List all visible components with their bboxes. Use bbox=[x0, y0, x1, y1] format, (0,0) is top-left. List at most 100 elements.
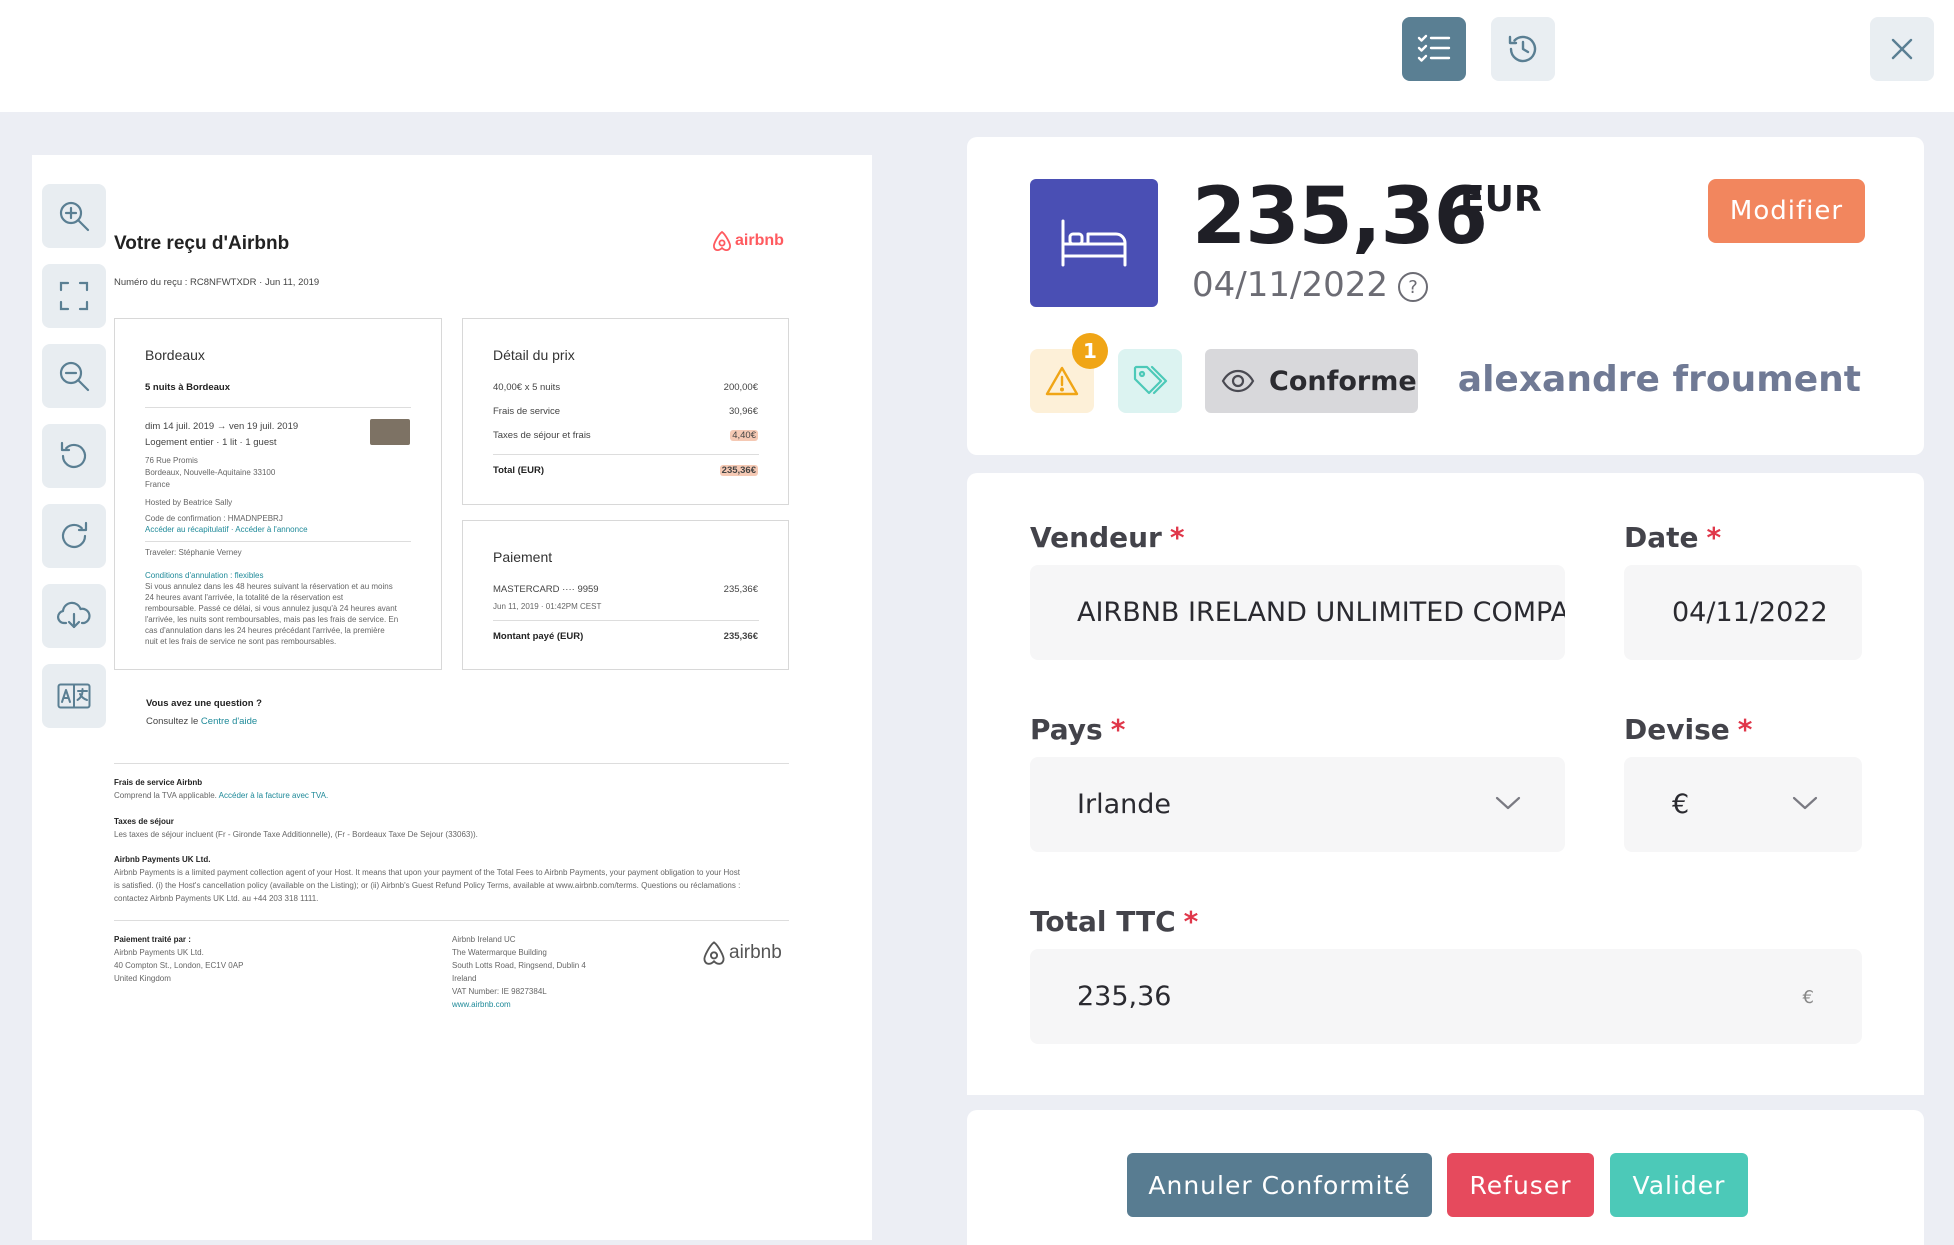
stay-city: Bordeaux bbox=[145, 347, 205, 363]
checklist-icon bbox=[1417, 34, 1451, 62]
download-button[interactable] bbox=[42, 584, 106, 648]
stay-address-2: Bordeaux, Nouvelle-Aquitaine 33100 bbox=[145, 468, 276, 477]
price-row-value-text: 4,40€ bbox=[730, 430, 758, 441]
actions-card: Annuler Conformité Refuser Valider bbox=[967, 1110, 1924, 1245]
cancel-policy-title[interactable]: Conditions d'annulation : flexibles bbox=[145, 570, 264, 582]
top-bar bbox=[0, 0, 1954, 112]
document-viewer: Votre reçu d'Airbnb Numéro du reçu : RC8… bbox=[32, 155, 872, 1240]
footer-left-line: 40 Compton St., London, EC1V 0AP bbox=[114, 961, 244, 970]
rotate-left-icon bbox=[60, 441, 87, 469]
stay-confirmation: Code de confirmation : HMADNPEBRJ bbox=[145, 514, 283, 523]
payments-line: is satisfied. (i) the Host's cancellatio… bbox=[114, 881, 741, 890]
fullscreen-button[interactable] bbox=[42, 264, 106, 328]
help-prefix: Consultez le bbox=[146, 716, 201, 727]
price-row-value: 4,40€ bbox=[730, 430, 758, 441]
fees-line: Comprend la TVA applicable. Accéder à la… bbox=[114, 790, 328, 802]
amount-currency: EUR bbox=[1460, 179, 1542, 220]
price-total-value-text: 235,36€ bbox=[719, 465, 758, 476]
cancel-line: 24 heures avant l'arrivée, la totalité d… bbox=[145, 593, 344, 602]
help-center-link[interactable]: Centre d'aide bbox=[201, 716, 257, 727]
payment-title: Paiement bbox=[493, 549, 553, 565]
expense-date: 04/11/2022 bbox=[1192, 265, 1388, 305]
stay-traveler: Traveler: Stéphanie Verney bbox=[145, 548, 242, 557]
close-icon bbox=[1891, 38, 1913, 60]
listing-thumbnail bbox=[370, 419, 410, 445]
payment-card-value: 235,36€ bbox=[723, 584, 758, 595]
history-button[interactable] bbox=[1491, 17, 1555, 81]
vendor-label: Vendeur * bbox=[1030, 521, 1185, 554]
total-input[interactable]: 235,36 € bbox=[1030, 949, 1862, 1044]
help-icon[interactable]: ? bbox=[1398, 272, 1428, 302]
vendor-label-text: Vendeur bbox=[1030, 521, 1162, 554]
footer-website-link[interactable]: www.airbnb.com bbox=[452, 999, 511, 1011]
price-total-label: Total (EUR) bbox=[493, 465, 545, 476]
country-label: Pays * bbox=[1030, 713, 1125, 746]
checklist-button[interactable] bbox=[1402, 17, 1466, 81]
receipt-title: Votre reçu d'Airbnb bbox=[114, 233, 290, 254]
translate-icon bbox=[57, 683, 91, 709]
cancel-line: Si vous annulez dans les 48 heures suiva… bbox=[145, 582, 393, 591]
airbnb-logo-icon bbox=[703, 941, 725, 965]
rotate-left-button[interactable] bbox=[42, 424, 106, 488]
payments-line: contactez Airbnb Payments UK Ltd. au +44… bbox=[114, 894, 319, 903]
rotate-right-button[interactable] bbox=[42, 504, 106, 568]
airbnb-logo-text: airbnb bbox=[729, 942, 782, 963]
user-name: alexandre froument bbox=[1457, 359, 1861, 400]
stay-address-3: France bbox=[145, 480, 170, 489]
validate-button[interactable]: Valider bbox=[1610, 1153, 1748, 1217]
zoom-out-button[interactable] bbox=[42, 344, 106, 408]
date-label: Date * bbox=[1624, 521, 1721, 554]
airbnb-footer-logo: airbnb bbox=[702, 940, 782, 966]
footer-mid-line: The Watermarque Building bbox=[452, 948, 547, 957]
status-conforme-button[interactable]: Conforme bbox=[1205, 349, 1418, 413]
total-amount: 235,36 bbox=[1192, 172, 1488, 262]
cancel-line: cas d'annulation dans les 24 heures préc… bbox=[145, 626, 385, 635]
reject-button[interactable]: Refuser bbox=[1447, 1153, 1594, 1217]
stay-address-1: 76 Rue Promis bbox=[145, 456, 198, 465]
required-mark: * bbox=[1183, 905, 1199, 938]
modify-button[interactable]: Modifier bbox=[1708, 179, 1865, 243]
zoom-in-button[interactable] bbox=[42, 184, 106, 248]
footer-mid-line: South Lotts Road, Ringsend, Dublin 4 bbox=[452, 961, 586, 970]
close-button[interactable] bbox=[1870, 17, 1934, 81]
total-value: 235,36 bbox=[1077, 981, 1172, 1012]
date-label-text: Date bbox=[1624, 521, 1699, 554]
bed-icon bbox=[1061, 219, 1127, 267]
stay-links[interactable]: Accéder au récapitulatif · Accéder à l'a… bbox=[145, 524, 308, 536]
zoom-out-icon bbox=[59, 361, 90, 392]
fullscreen-icon bbox=[59, 281, 89, 311]
price-title: Détail du prix bbox=[493, 347, 575, 363]
warning-icon bbox=[1045, 366, 1079, 396]
country-label-text: Pays bbox=[1030, 713, 1103, 746]
expense-form: Vendeur * AIRBNB IRELAND UNLIMITED COMPAN… bbox=[967, 473, 1924, 1095]
stay-host: Hosted by Beatrice Sally bbox=[145, 498, 233, 507]
fees-invoice-link[interactable]: Accéder à la facture avec TVA. bbox=[219, 791, 329, 800]
stay-box: Bordeaux 5 nuits à Bordeaux dim 14 juil.… bbox=[114, 318, 442, 670]
payment-box: Paiement MASTERCARD ···· 9959 235,36€ Ju… bbox=[462, 520, 789, 670]
vendor-input[interactable]: AIRBNB IRELAND UNLIMITED COMPANY bbox=[1030, 565, 1565, 660]
required-mark: * bbox=[1737, 713, 1753, 746]
price-row-label: Frais de service bbox=[493, 406, 561, 417]
total-currency-suffix: € bbox=[1802, 987, 1814, 1008]
payment-date: Jun 11, 2019 · 01:42PM CEST bbox=[493, 602, 602, 611]
required-mark: * bbox=[1706, 521, 1722, 554]
footer-mid-line: Ireland bbox=[452, 974, 477, 983]
currency-select[interactable]: € bbox=[1624, 757, 1862, 852]
date-input[interactable]: 04/11/2022 bbox=[1624, 565, 1862, 660]
footer-left-line: Airbnb Payments UK Ltd. bbox=[114, 948, 204, 957]
cancel-conformity-button[interactable]: Annuler Conformité bbox=[1127, 1153, 1432, 1217]
rotate-right-icon bbox=[61, 521, 88, 549]
translate-button[interactable] bbox=[42, 664, 106, 728]
country-select[interactable]: Irlande bbox=[1030, 757, 1565, 852]
taxes-text: Les taxes de séjour incluent (Fr - Giron… bbox=[114, 830, 478, 839]
tag-button[interactable] bbox=[1118, 349, 1182, 413]
chevron-down-icon bbox=[1495, 796, 1521, 810]
eye-icon bbox=[1221, 369, 1255, 393]
price-box: Détail du prix 40,00€ x 5 nuits 200,00€ … bbox=[462, 318, 789, 505]
footer-left-line: United Kingdom bbox=[114, 974, 171, 983]
price-row-label: Taxes de séjour et frais bbox=[493, 430, 591, 441]
history-icon bbox=[1508, 35, 1537, 63]
price-row-label: 40,00€ x 5 nuits bbox=[493, 382, 561, 393]
payment-paid-value: 235,36€ bbox=[723, 631, 758, 642]
cancel-line: nuit et les frais de service ne sont pas… bbox=[145, 637, 337, 646]
